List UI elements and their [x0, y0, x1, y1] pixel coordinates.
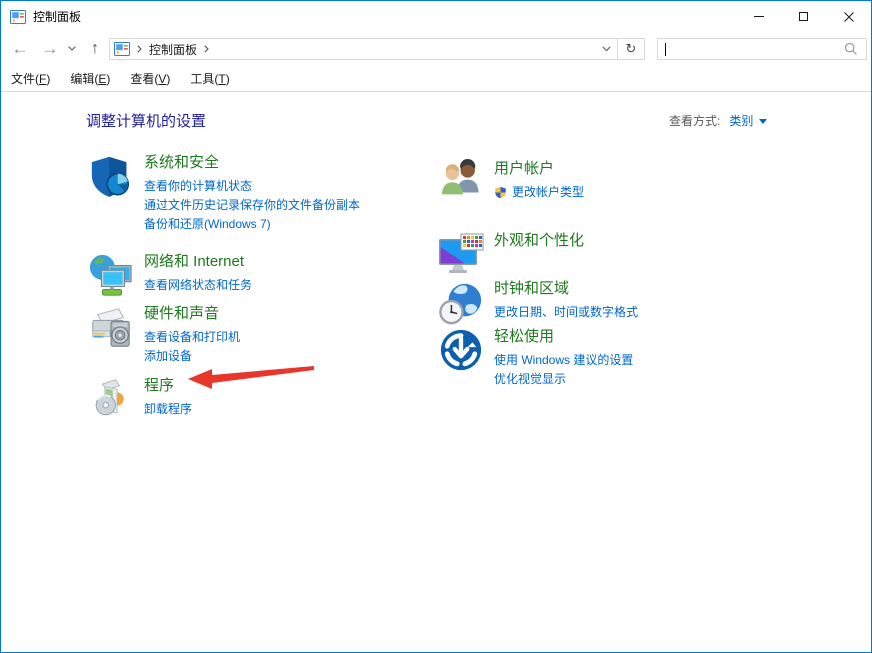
control-panel-window: 控制面板 ← → ↑	[0, 0, 872, 653]
category-network-internet: 网络和 Internet 查看网络状态和任务	[87, 252, 432, 300]
maximize-icon	[799, 12, 808, 21]
ease-of-access-icon[interactable]	[437, 327, 485, 375]
category-title-link[interactable]: 用户帐户	[494, 159, 554, 179]
category-system-security: 系统和安全 查看你的计算机状态 通过文件历史记录保存你的文件备份副本 备份和还原…	[87, 153, 432, 234]
search-box[interactable]	[657, 38, 867, 60]
address-dropdown-button[interactable]	[595, 39, 617, 59]
forward-button[interactable]: →	[37, 32, 63, 65]
menu-tools[interactable]: 工具(T)	[190, 70, 229, 87]
menu-bar: 文件(F) 编辑(E) 查看(V) 工具(T)	[1, 65, 871, 92]
forward-icon: →	[42, 39, 59, 59]
category-title-link[interactable]: 外观和个性化	[494, 231, 584, 251]
up-button[interactable]: ↑	[83, 32, 107, 65]
uac-shield-icon	[494, 186, 507, 199]
task-link[interactable]: 添加设备	[144, 347, 240, 366]
category-title-link[interactable]: 系统和安全	[144, 153, 219, 173]
recent-pages-button[interactable]	[64, 32, 80, 65]
close-icon	[844, 12, 854, 22]
minimize-button[interactable]	[736, 1, 781, 32]
personalization-icon[interactable]	[437, 231, 485, 279]
refresh-button[interactable]: ↻	[618, 39, 644, 59]
task-link[interactable]: 优化视觉显示	[494, 370, 633, 389]
task-link[interactable]: 查看网络状态和任务	[144, 276, 252, 295]
task-link[interactable]: 查看设备和打印机	[144, 328, 240, 347]
category-title-link[interactable]: 程序	[144, 376, 174, 396]
view-mode-label: 查看方式:	[669, 112, 720, 129]
breadcrumb-chevron[interactable]	[197, 45, 216, 53]
task-link[interactable]: 更改日期、时间或数字格式	[494, 303, 638, 322]
users-icon[interactable]	[437, 159, 485, 207]
task-link[interactable]: 使用 Windows 建议的设置	[494, 351, 633, 370]
category-programs: 程序 卸载程序	[87, 376, 432, 424]
category-user-accounts: 用户帐户 更改帐户类型	[437, 159, 837, 207]
category-appearance-personalization: 外观和个性化	[437, 231, 837, 279]
address-bar[interactable]: 控制面板 ↻	[109, 38, 645, 60]
title-bar: 控制面板	[1, 1, 871, 32]
breadcrumb-chevron[interactable]	[130, 45, 149, 53]
task-link[interactable]: 卸载程序	[144, 400, 192, 419]
close-button[interactable]	[826, 1, 871, 32]
search-icon[interactable]	[844, 42, 858, 56]
chevron-down-icon	[68, 46, 76, 51]
view-mode-control: 查看方式: 类别	[669, 112, 767, 129]
category-column-left: 系统和安全 查看你的计算机状态 通过文件历史记录保存你的文件备份副本 备份和还原…	[87, 153, 432, 424]
window-title: 控制面板	[33, 8, 81, 25]
view-mode-dropdown[interactable]: 类别	[729, 112, 767, 129]
navigation-bar: ← → ↑ 控制面板	[1, 32, 871, 65]
breadcrumb-control-panel[interactable]: 控制面板	[149, 41, 197, 58]
minimize-icon	[754, 16, 764, 17]
task-link-uac[interactable]: 更改帐户类型	[494, 183, 584, 202]
category-ease-of-access: 轻松使用 使用 Windows 建议的设置 优化视觉显示	[437, 327, 837, 389]
printer-icon[interactable]	[87, 304, 135, 352]
task-link[interactable]: 备份和还原(Windows 7)	[144, 215, 360, 234]
control-panel-icon	[114, 41, 130, 57]
menu-view[interactable]: 查看(V)	[130, 70, 170, 87]
clock-region-icon[interactable]	[437, 279, 485, 327]
menu-edit[interactable]: 编辑(E)	[70, 70, 110, 87]
network-icon[interactable]	[87, 252, 135, 300]
shield-icon[interactable]	[87, 153, 135, 201]
maximize-button[interactable]	[781, 1, 826, 32]
menu-file[interactable]: 文件(F)	[11, 70, 50, 87]
text-caret	[665, 43, 666, 56]
control-panel-icon	[10, 9, 26, 25]
chevron-down-icon	[602, 46, 611, 52]
up-icon: ↑	[91, 40, 99, 58]
back-button[interactable]: ←	[7, 32, 33, 65]
category-column-right: 用户帐户 更改帐户类型	[437, 159, 837, 389]
programs-icon[interactable]	[87, 376, 135, 424]
category-hardware-sound: 硬件和声音 查看设备和打印机 添加设备	[87, 304, 432, 366]
task-link[interactable]: 查看你的计算机状态	[144, 177, 360, 196]
page-title: 调整计算机的设置	[86, 110, 206, 131]
category-title-link[interactable]: 时钟和区域	[494, 279, 569, 299]
category-title-link[interactable]: 轻松使用	[494, 327, 554, 347]
window-controls	[736, 1, 871, 32]
refresh-icon: ↻	[626, 41, 637, 57]
category-title-link[interactable]: 硬件和声音	[144, 304, 219, 324]
back-icon: ←	[12, 39, 29, 59]
chevron-down-icon	[759, 119, 767, 124]
category-title-link[interactable]: 网络和 Internet	[144, 252, 244, 272]
category-clock-region: 时钟和区域 更改日期、时间或数字格式	[437, 279, 837, 327]
task-link[interactable]: 通过文件历史记录保存你的文件备份副本	[144, 196, 360, 215]
